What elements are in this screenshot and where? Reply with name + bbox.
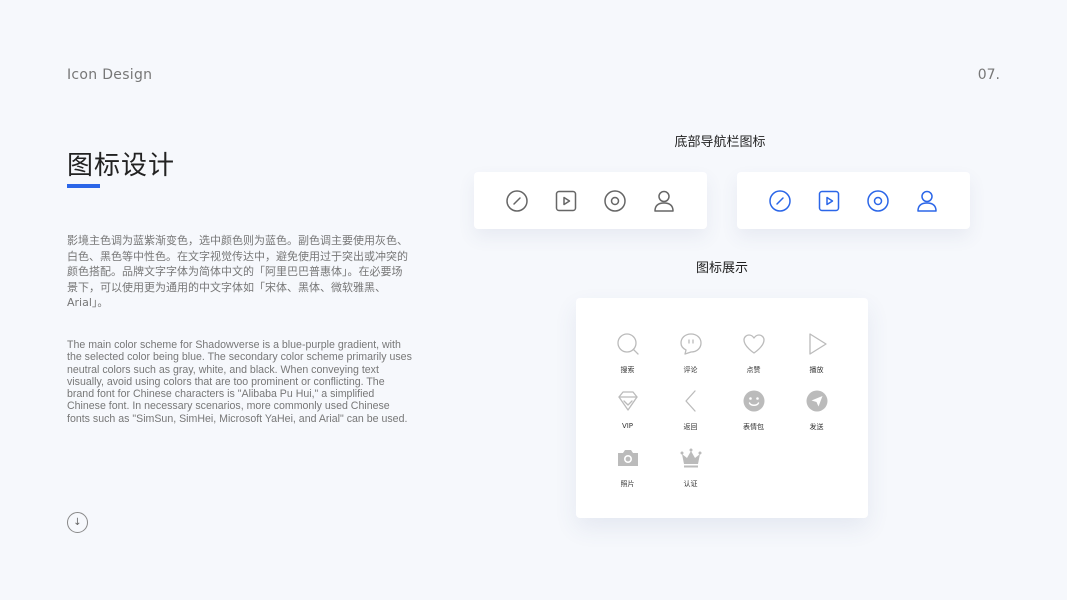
- showcase-item-label: 认证: [683, 480, 698, 488]
- search-icon: [616, 332, 640, 360]
- description-english: The main color scheme for Shadowverse is…: [67, 339, 412, 425]
- showcase-item-label: 照片: [620, 480, 635, 488]
- play-icon[interactable]: [554, 189, 578, 213]
- section-label: Icon Design: [67, 67, 153, 83]
- user-icon[interactable]: [915, 189, 939, 213]
- target-icon[interactable]: [866, 189, 890, 213]
- description-chinese: 影境主色调为蓝紫渐变色，选中颜色则为蓝色。副色调主要使用灰色、白色、黑色等中性色…: [67, 234, 408, 309]
- send-icon: [805, 389, 829, 417]
- page-number: 07.: [977, 67, 1000, 83]
- showcase-item-label: 返回: [683, 423, 698, 431]
- nav-bar-active: [737, 172, 970, 229]
- compass-icon[interactable]: [768, 189, 792, 213]
- nav-bar-default: [474, 172, 707, 229]
- emoji-icon: [742, 389, 766, 417]
- play-icon[interactable]: [817, 189, 841, 213]
- crown-icon: [679, 446, 703, 474]
- showcase-item-label: 点赞: [746, 366, 761, 374]
- showcase-heading: 图标展示: [695, 261, 748, 276]
- showcase-item-label: 搜索: [620, 366, 635, 374]
- scroll-down-button[interactable]: ↓: [67, 512, 88, 533]
- page-title: 图标设计: [67, 151, 176, 181]
- user-icon[interactable]: [652, 189, 676, 213]
- title-underline: [67, 184, 100, 188]
- showcase-item: 认证: [659, 446, 722, 489]
- showcase-item: 发送: [785, 389, 848, 432]
- play-icon: [805, 332, 829, 360]
- showcase-item-label: 评论: [683, 366, 698, 374]
- icon-showcase-card: 搜索 评论 点赞 播放 VIP 返回 表情包 发送照片 认证: [576, 298, 868, 518]
- showcase-item: VIP: [596, 389, 659, 432]
- showcase-item-label: 表情包: [743, 423, 764, 431]
- showcase-item-label: 发送: [809, 423, 824, 431]
- icon-grid: 搜索 评论 点赞 播放 VIP 返回 表情包 发送照片 认证: [596, 332, 848, 489]
- showcase-item: 点赞: [722, 332, 785, 375]
- camera-icon: [616, 446, 640, 474]
- nav-icons-heading: 底部导航栏图标: [674, 135, 766, 150]
- compass-icon[interactable]: [505, 189, 529, 213]
- arrow-down-icon: ↓: [73, 517, 82, 528]
- comment-icon: [679, 332, 703, 360]
- target-icon[interactable]: [603, 189, 627, 213]
- back-icon: [679, 389, 703, 417]
- vip-diamond-icon: [616, 389, 640, 417]
- showcase-item: 照片: [596, 446, 659, 489]
- showcase-item: 播放: [785, 332, 848, 375]
- showcase-item: 搜索: [596, 332, 659, 375]
- showcase-item: 返回: [659, 389, 722, 432]
- heart-icon: [742, 332, 766, 360]
- showcase-item: 表情包: [722, 389, 785, 432]
- showcase-item-label: VIP: [621, 422, 634, 430]
- showcase-item-label: 播放: [809, 366, 824, 374]
- showcase-item: 评论: [659, 332, 722, 375]
